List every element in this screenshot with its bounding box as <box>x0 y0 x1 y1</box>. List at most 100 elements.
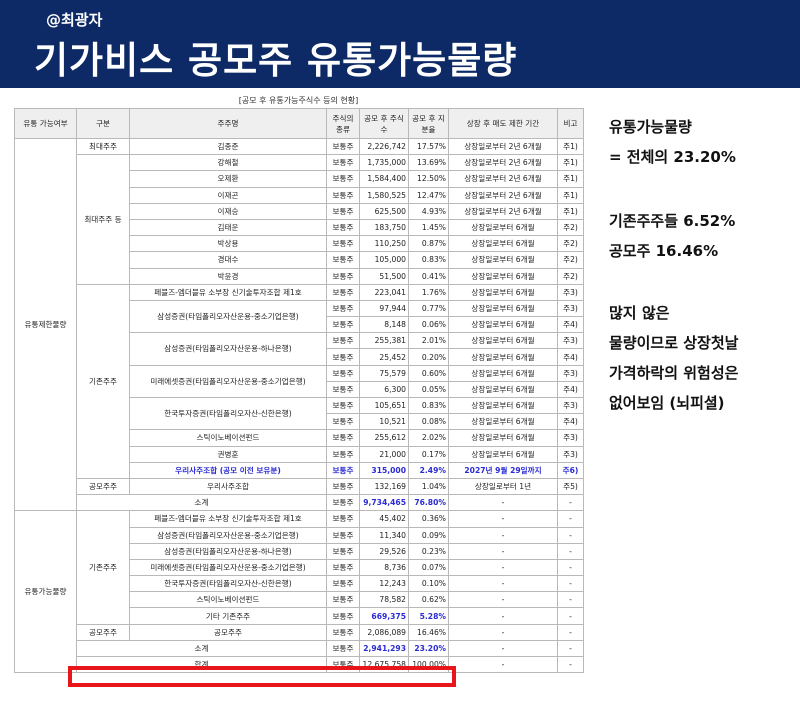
lockup-period: - <box>448 639 558 658</box>
share-count: 132,169 <box>359 477 409 496</box>
lockup-period: - <box>448 526 558 544</box>
col-header: 유통 가능여부 <box>14 108 77 139</box>
share-type: 보통주 <box>326 510 360 528</box>
table-row: 공모주주 공모주주 보통주 2,086,089 16.46% - - <box>15 623 584 641</box>
holder-name: 이재승 <box>129 202 327 220</box>
group-label: 유통가능물량 <box>14 510 77 674</box>
footnote-ref: 주1) <box>557 170 584 188</box>
share-pct: 12.47% <box>408 186 449 204</box>
share-pct: 2.02% <box>408 429 449 447</box>
lockup-period: 상장일로부터 6개월 <box>448 251 558 269</box>
footnote-ref: 주2) <box>557 251 584 269</box>
page-title: 기가비스 공모주 유통가능물량 <box>34 39 518 82</box>
share-count: 1,580,525 <box>359 186 409 204</box>
share-count: 51,500 <box>359 267 409 285</box>
share-count: 110,250 <box>359 235 409 253</box>
footnote-ref: - <box>557 526 584 544</box>
holder-name: 스틱이노베이션펀드 <box>129 429 327 447</box>
footnote-ref: 주3) <box>557 396 584 415</box>
col-header: 구분 <box>76 108 130 139</box>
share-count: 9,734,465 <box>359 494 409 512</box>
share-pct: 0.06% <box>408 316 449 334</box>
share-count: 97,944 <box>359 299 409 318</box>
holder-name: 삼성증권(타임폴리오자산운용-중소기업은행) <box>129 526 327 544</box>
holder-name: 삼성증권(타임폴리오자산운용-중소기업은행) <box>129 299 327 334</box>
share-pct: 0.77% <box>408 299 449 318</box>
share-count: 183,750 <box>359 218 409 237</box>
share-pct: 0.83% <box>408 251 449 269</box>
lockup-period: - <box>448 558 558 577</box>
share-pct: 0.23% <box>408 542 449 560</box>
shareholding-table: 유통 가능여부 구분 주주명 주식의 종류 공모 후 주식수 공모 후 지분율 … <box>14 108 584 674</box>
holder-name: 기타 기존주주 <box>129 607 327 625</box>
share-count: 2,226,742 <box>359 137 409 156</box>
lockup-period: 상장일로부터 6개월 <box>448 267 558 285</box>
share-count: 25,452 <box>359 348 409 366</box>
share-type: 보통주 <box>326 299 360 318</box>
share-type: 보통주 <box>326 380 360 399</box>
share-count: 21,000 <box>359 445 409 463</box>
note-line: 기존주주들 6.52% <box>609 212 736 230</box>
holder-name: 박윤경 <box>129 267 327 285</box>
share-type: 보통주 <box>326 364 360 382</box>
footnote-ref: 주1) <box>557 202 584 220</box>
table-row: 유통가능물량 기존주주 페블즈-엠더블유 소부장 신기술투자조합 제1호 보통주 4… <box>14 510 584 674</box>
share-count: 11,340 <box>359 526 409 544</box>
holder-name: 삼성증권(타임폴리오자산운용-하나은행) <box>129 332 327 366</box>
share-count: 29,526 <box>359 542 409 560</box>
commentary: 유통가능물량 = 전체의 23.20% 기존주주들 6.52% 공모주 16.4… <box>609 112 738 418</box>
share-type: 보통주 <box>326 494 360 512</box>
lockup-period: 상장일로부터 6개월 <box>448 364 558 382</box>
share-type: 보통주 <box>326 170 360 188</box>
lockup-period: 상장일로부터 2년 6개월 <box>448 154 558 172</box>
holder-name: 권병훈 <box>129 445 327 463</box>
lockup-period: 상장일로부터 6개월 <box>448 445 558 463</box>
share-pct: 2.01% <box>408 332 449 350</box>
subtotal-label: 소계 <box>76 494 327 512</box>
share-count: 10,521 <box>359 413 409 431</box>
share-type: 보통주 <box>326 429 360 447</box>
footnote-ref: 주3) <box>557 445 584 463</box>
share-pct: 1.04% <box>408 477 449 496</box>
footnote-ref: 주3) <box>557 283 584 301</box>
category-label: 기존주주 <box>76 283 130 479</box>
share-pct: 0.05% <box>408 380 449 399</box>
note-line: 가격하락의 위험성은 <box>609 364 739 382</box>
share-type: 보통주 <box>326 267 360 285</box>
lockup-period: 상장일로부터 6개월 <box>448 429 558 447</box>
lockup-period: 상장일로부터 1년 <box>448 477 558 496</box>
share-pct: 0.60% <box>408 364 449 382</box>
share-count: 2,086,089 <box>359 623 409 641</box>
share-pct: 4.93% <box>408 202 449 220</box>
table-caption: [공모 후 유통가능주식수 등의 현황] <box>238 96 359 105</box>
table-row: 최대주주 등 강해철 보통주 1,735,000 13.69% 상장일로부터 2년 6개… <box>15 154 584 285</box>
share-pct: 0.08% <box>408 413 449 431</box>
share-type: 보통주 <box>326 639 360 658</box>
lockup-period: 상장일로부터 6개월 <box>448 283 558 301</box>
share-pct: 13.69% <box>408 154 449 172</box>
lockup-period: - <box>448 494 558 512</box>
category-label: 기존주주 <box>76 510 130 625</box>
share-count: 78,582 <box>359 591 409 609</box>
share-pct: 0.20% <box>408 348 449 366</box>
lockup-period: - <box>448 575 558 593</box>
table-row: 기존주주 페블즈-엠더블유 소부장 신기술투자조합 제1호 보통주 223,041 1… <box>15 283 584 479</box>
footnote-ref: - <box>557 494 584 512</box>
footnote-ref: 주4) <box>557 316 584 334</box>
lockup-period: 상장일로부터 2년 6개월 <box>448 170 558 188</box>
share-pct: 5.28% <box>408 607 449 625</box>
footnote-ref: - <box>557 623 584 641</box>
lockup-period: 상장일로부터 2년 6개월 <box>448 137 558 156</box>
lockup-period: 상장일로부터 6개월 <box>448 396 558 415</box>
footnote-ref: 주2) <box>557 218 584 237</box>
share-count: 6,300 <box>359 380 409 399</box>
holder-name: 경대수 <box>129 251 327 269</box>
category-label: 공모주주 <box>76 477 130 496</box>
share-type: 보통주 <box>326 137 360 156</box>
share-count: 255,381 <box>359 332 409 350</box>
share-count: 8,148 <box>359 316 409 334</box>
lockup-period: 상장일로부터 6개월 <box>448 413 558 431</box>
share-type: 보통주 <box>326 542 360 560</box>
share-count: 105,651 <box>359 396 409 415</box>
col-header: 상장 후 매도 제한 기간 <box>448 108 558 139</box>
